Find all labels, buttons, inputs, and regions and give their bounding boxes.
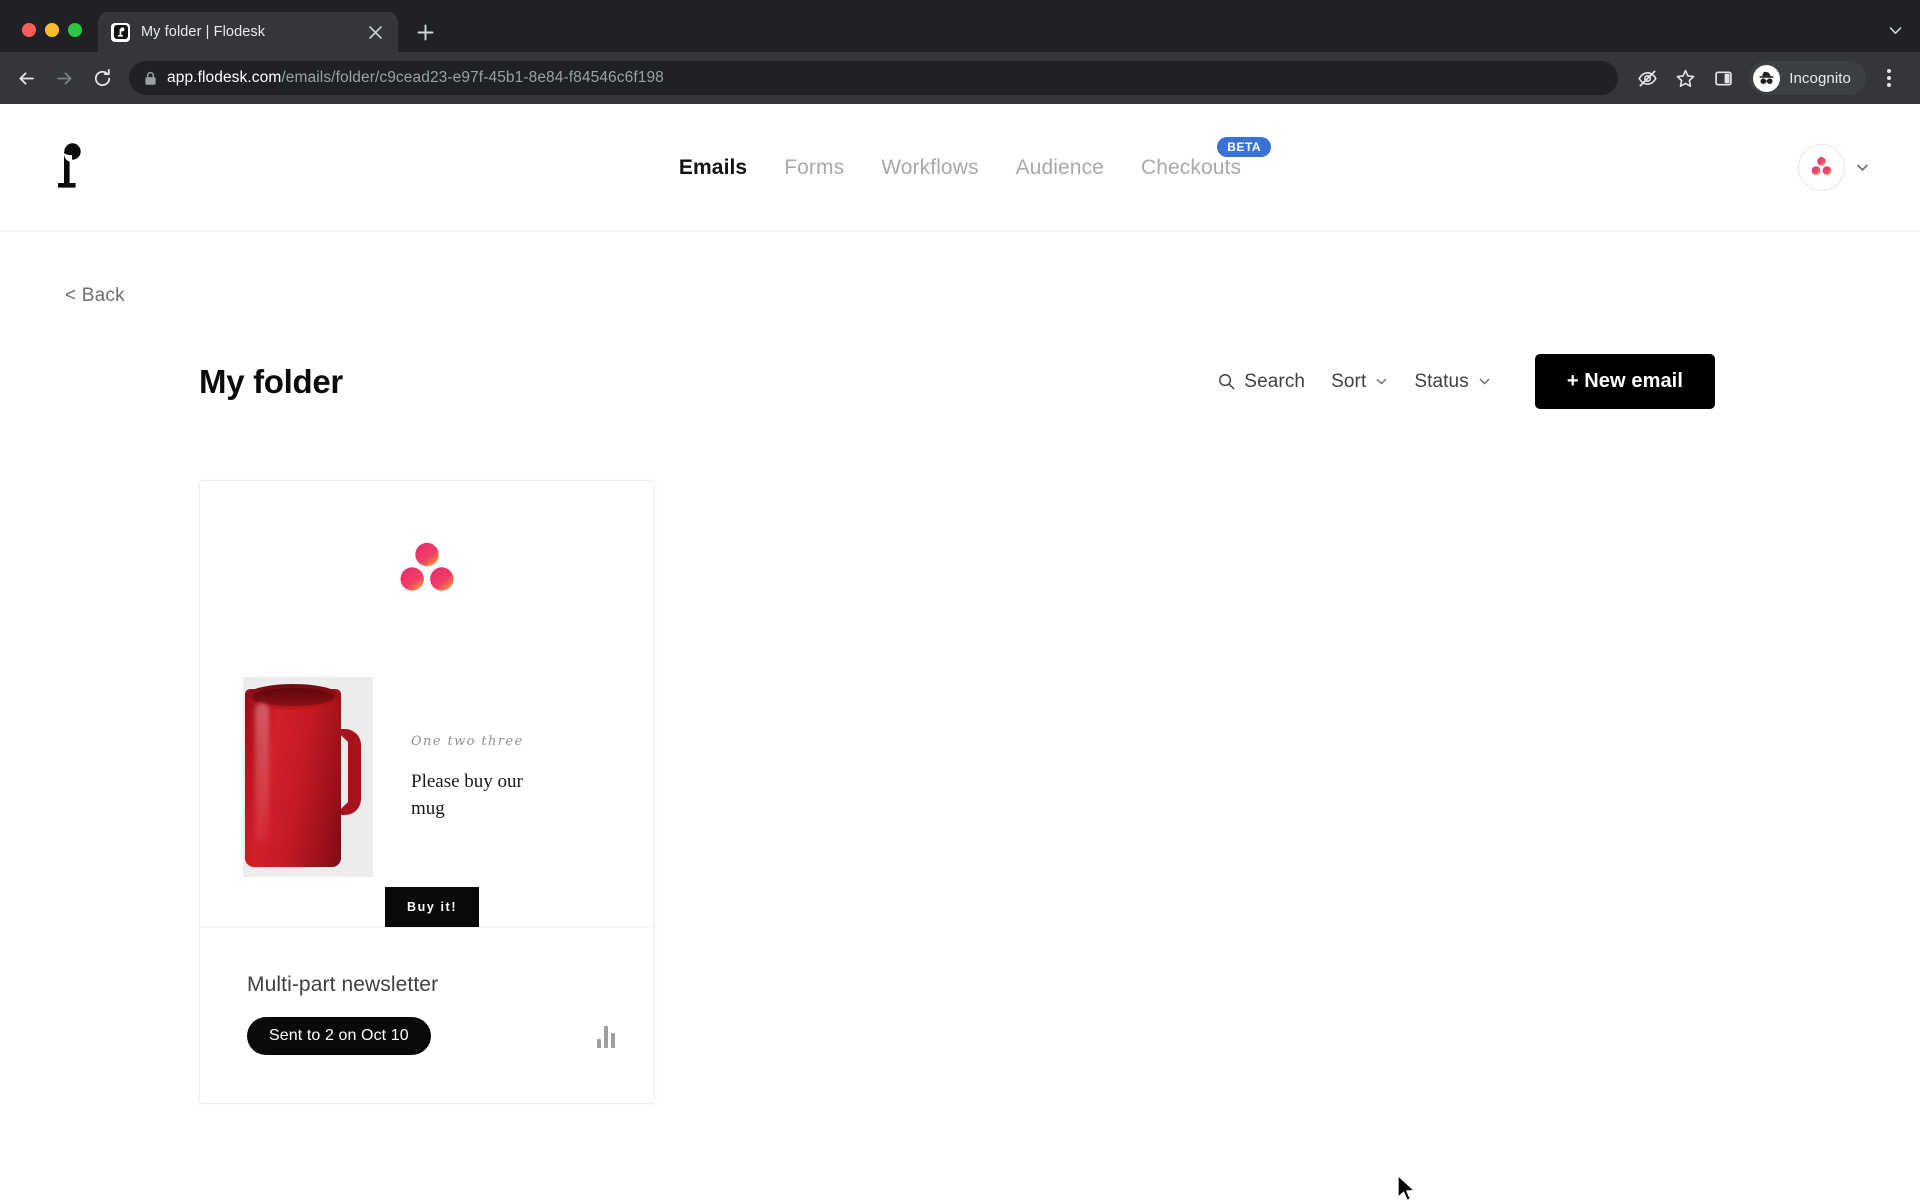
nav-item-checkouts-label: Checkouts — [1140, 155, 1242, 179]
url-host: app.flodesk.com — [167, 69, 282, 86]
tab-strip-right — [1887, 8, 1920, 52]
browser-window: My folder | Flodesk app.flodesk.com/emai… — [0, 0, 1920, 1200]
email-title[interactable]: Multi-part newsletter — [247, 973, 618, 997]
email-card-grid: One two three Please buy our mug Buy it!… — [64, 409, 1870, 1104]
nav-item-checkouts[interactable]: Checkouts BETA — [1140, 136, 1272, 180]
lock-icon — [144, 71, 157, 86]
red-mug-photo — [243, 677, 373, 877]
tab-title: My folder | Flodesk — [141, 24, 266, 40]
search-label: Search — [1244, 370, 1306, 392]
arrow-left-icon[interactable] — [8, 60, 44, 96]
tab-strip: My folder | Flodesk — [0, 8, 1920, 52]
address-bar[interactable]: app.flodesk.com/emails/folder/c9cead23-e… — [129, 61, 1619, 95]
status-dropdown[interactable]: Status — [1414, 371, 1490, 393]
preview-cta-button: Buy it! — [385, 887, 480, 927]
status-label: Status — [1414, 370, 1469, 392]
back-link[interactable]: < Back — [65, 285, 125, 306]
nav-item-audience[interactable]: Audience — [1016, 156, 1104, 180]
email-card-meta: Sent to 2 on Oct 10 — [247, 1017, 618, 1055]
list-toolbar: Search Sort Status + New email — [1218, 354, 1715, 409]
status-badge[interactable]: Sent to 2 on Oct 10 — [247, 1017, 431, 1055]
email-preview[interactable]: One two three Please buy our mug Buy it! — [200, 481, 654, 928]
browser-chrome: My folder | Flodesk app.flodesk.com/emai… — [0, 0, 1920, 104]
flodesk-dots-icon — [399, 541, 455, 598]
star-icon[interactable] — [1667, 60, 1703, 96]
nav-item-emails[interactable]: Emails — [679, 156, 747, 180]
incognito-hat-glasses-icon — [1753, 64, 1781, 92]
window-controls[interactable] — [14, 8, 98, 52]
preview-script-text: One two three — [411, 734, 524, 749]
browser-toolbar: app.flodesk.com/emails/folder/c9cead23-e… — [0, 52, 1920, 104]
bar-chart-icon[interactable] — [597, 1024, 618, 1048]
avatar[interactable] — [1798, 144, 1845, 191]
maximize-window-button[interactable] — [68, 23, 82, 37]
new-email-button[interactable]: + New email — [1534, 354, 1715, 409]
breadcrumb: < Back — [64, 232, 1870, 307]
mouse-pointer-icon — [1396, 1174, 1418, 1200]
chevron-down-icon[interactable] — [1887, 22, 1904, 39]
url-path: /emails/folder/c9cead23-e97f-45b1-8e84-f… — [281, 69, 664, 86]
kebab-menu-icon[interactable] — [1872, 61, 1906, 95]
chevron-down-icon — [1375, 375, 1388, 388]
eye-off-icon[interactable] — [1629, 60, 1665, 96]
minimize-window-button[interactable] — [45, 23, 59, 37]
page-title: My folder — [199, 362, 343, 400]
email-card[interactable]: One two three Please buy our mug Buy it!… — [199, 480, 655, 1104]
sort-dropdown[interactable]: Sort — [1331, 371, 1388, 393]
app-header: Emails Forms Workflows Audience Checkout… — [0, 104, 1920, 232]
sort-label: Sort — [1331, 370, 1367, 392]
flodesk-logo-icon[interactable] — [52, 141, 86, 195]
chevron-down-icon — [1478, 375, 1491, 388]
email-preview-text: One two three Please buy our mug — [411, 677, 561, 877]
incognito-indicator[interactable]: Incognito — [1749, 61, 1866, 95]
email-preview-body: One two three Please buy our mug — [200, 677, 654, 877]
close-window-button[interactable] — [22, 23, 36, 37]
arrow-right-icon[interactable] — [46, 60, 82, 96]
chevron-down-icon[interactable] — [1855, 160, 1870, 175]
main-navigation: Emails Forms Workflows Audience Checkout… — [0, 136, 1920, 180]
account-menu[interactable] — [1798, 144, 1870, 191]
page-content: < Back My folder Search Sort Status + Ne… — [0, 232, 1920, 1104]
beta-badge: BETA — [1217, 136, 1272, 157]
close-icon[interactable] — [364, 21, 386, 43]
side-panel-icon[interactable] — [1705, 60, 1741, 96]
search-button[interactable]: Search — [1218, 371, 1305, 393]
url-text: app.flodesk.com/emails/folder/c9cead23-e… — [167, 69, 664, 87]
nav-item-workflows[interactable]: Workflows — [881, 156, 978, 180]
page-header-row: My folder Search Sort Status + New email — [64, 307, 1870, 409]
new-tab-button[interactable] — [408, 15, 442, 49]
nav-item-forms[interactable]: Forms — [784, 156, 844, 180]
preview-headline: Please buy our mug — [411, 770, 523, 820]
email-card-footer: Multi-part newsletter Sent to 2 on Oct 1… — [200, 928, 654, 1103]
browser-tab[interactable]: My folder | Flodesk — [98, 12, 398, 52]
page-viewport: Emails Forms Workflows Audience Checkout… — [0, 104, 1920, 1200]
flodesk-f-icon — [111, 22, 130, 42]
search-icon — [1218, 373, 1235, 390]
incognito-label: Incognito — [1789, 69, 1851, 87]
reload-icon[interactable] — [84, 60, 120, 96]
